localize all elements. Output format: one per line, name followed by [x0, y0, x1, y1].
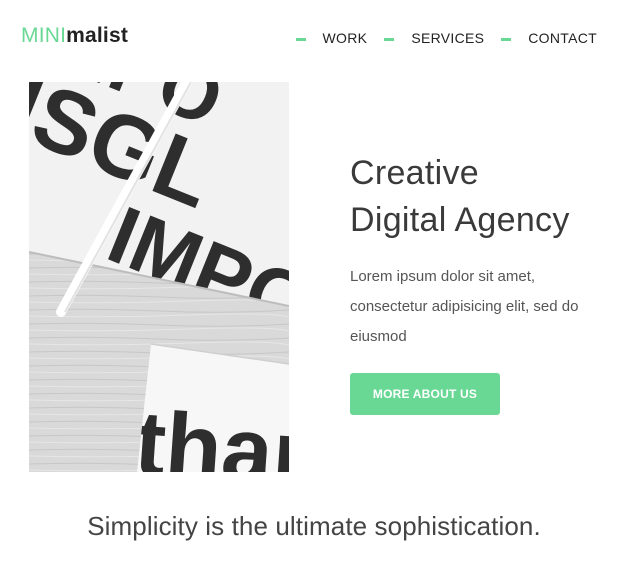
nav-label: CONTACT — [528, 30, 597, 46]
hero-headline: Creative Digital Agency — [350, 150, 610, 244]
nav-dash-icon — [295, 38, 306, 41]
nav-item-contact[interactable]: CONTACT — [501, 29, 597, 47]
headline-line-2: Digital Agency — [350, 201, 570, 239]
hero-lead: Lorem ipsum dolor sit amet, consectetur … — [350, 268, 579, 345]
hero-image: IMPO ISGL IMPO than — [29, 82, 289, 472]
main-nav: WORK SERVICES CONTACT — [295, 29, 597, 47]
poster-photo: IMPO ISGL IMPO than — [29, 82, 289, 472]
svg-text:than: than — [132, 392, 289, 472]
logo-accent: MINI — [21, 24, 67, 47]
more-about-us-button[interactable]: MORE ABOUT US — [350, 373, 500, 415]
nav-dash-icon — [384, 38, 395, 41]
site-header: MINImalist WORK SERVICES CONTACT — [0, 0, 628, 70]
tagline: Simplicity is the ultimate sophisticatio… — [87, 511, 541, 541]
nav-label: SERVICES — [411, 30, 485, 46]
site-logo[interactable]: MINImalist — [21, 24, 128, 48]
logo-rest: malist — [66, 24, 129, 47]
nav-item-work[interactable]: WORK — [295, 29, 368, 47]
nav-item-services[interactable]: SERVICES — [384, 29, 484, 47]
nav-label: WORK — [322, 30, 368, 46]
nav-dash-icon — [501, 38, 512, 41]
headline-line-1: Creative — [350, 154, 480, 192]
hero-text: Creative Digital Agency Lorem ipsum dolo… — [350, 150, 610, 415]
